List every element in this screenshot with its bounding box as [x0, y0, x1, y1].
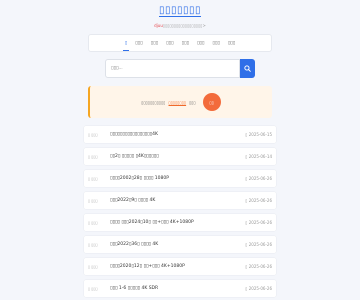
notice-link[interactable]: ▯▯▯▯▯▯▯▯	[169, 100, 187, 105]
search-icon	[244, 65, 251, 72]
notice-suffix: ▯▯▯	[189, 99, 196, 105]
item-title[interactable]: ▯▯2▯ ▯▯▯▯▯ ▯4K▯▯▯▯▯▯	[110, 154, 159, 159]
item-title[interactable]: ▯▯▯2022▯9▯ ▯▯▯▯ 4K	[110, 198, 155, 203]
item-tag: ▯ ▯▯▯	[88, 154, 98, 159]
tab-category-4[interactable]: ▯▯▯	[181, 39, 190, 48]
list-item[interactable]: ▯ ▯▯▯ ▯▯▯2022▯36▯ ▯▯▯▯ 4K ▯ 2025-06-26	[84, 236, 276, 253]
page-subtitle: djuu▯▯▯▯▯▯▯▯▯▯▯▯▯▯▯▯▯▯>	[0, 23, 360, 28]
item-tag: ▯ ▯▯▯	[88, 264, 98, 269]
list-item[interactable]: ▯ ▯▯▯ ▯▯▯▯▯▯▯▯▯▯▯▯▯▯▯▯▯4K ▯ 2025-06-15	[84, 126, 276, 143]
item-date: ▯ 2025-06-26	[245, 264, 272, 269]
notice-banner: ▯▯▯▯▯▯▯▯▯▯▯ ▯▯▯▯▯▯▯▯ ▯▯▯ ▯▯	[88, 86, 272, 118]
list-item[interactable]: ▯ ▯▯▯ ▯▯▯▯2020▯12▯ ▯▯+▯▯▯ 4K+1080P ▯ 202…	[84, 258, 276, 275]
tab-category-6[interactable]: ▯▯▯	[211, 39, 220, 48]
item-date: ▯ 2025-06-15	[245, 132, 272, 137]
item-title[interactable]: ▯▯▯▯ ▯▯▯2024▯10▯ ▯▯+▯▯▯ 4K+1080P	[110, 220, 194, 225]
item-title[interactable]: ▯▯▯▯▯▯▯▯▯▯▯▯▯▯▯▯▯4K	[110, 132, 158, 137]
tab-category-7[interactable]: ▯▯▯	[227, 39, 236, 48]
item-date: ▯ 2025-06-26	[245, 242, 272, 247]
list-item[interactable]: ▯ ▯▯▯ ▯▯▯ 1-6 ▯▯▯▯▯ 4K SDR ▯ 2025-06-26	[84, 280, 276, 297]
item-date: ▯ 2025-06-26	[245, 286, 272, 291]
tab-category-1[interactable]: ▯▯▯	[134, 39, 143, 48]
item-tag: ▯ ▯▯▯	[88, 286, 98, 291]
search-button[interactable]	[240, 59, 255, 78]
item-date: ▯ 2025-06-26	[245, 176, 272, 181]
subtitle-highlight[interactable]: djuu	[154, 23, 163, 28]
list-item[interactable]: ▯ ▯▯▯ ▯▯▯▯2002▯28▯ ▯▯▯▯ 1080P ▯ 2025-06-…	[84, 170, 276, 187]
tab-home[interactable]: ▯	[122, 39, 130, 51]
item-tag: ▯ ▯▯▯	[88, 242, 98, 247]
item-tag: ▯ ▯▯▯	[88, 132, 98, 137]
item-date: ▯ 2025-06-26	[245, 198, 272, 203]
item-title[interactable]: ▯▯▯▯2020▯12▯ ▯▯+▯▯▯ 4K+1080P	[110, 264, 185, 269]
page-title: ▯▯▯▯▯▯▯	[0, 5, 360, 17]
notice-cta-button[interactable]: ▯▯	[202, 93, 221, 111]
search-input[interactable]	[105, 59, 240, 78]
subtitle-text: ▯▯▯▯▯▯▯▯▯▯▯▯▯▯▯▯▯▯>	[162, 23, 206, 28]
notice-text: ▯▯▯▯▯▯▯▯▯▯▯	[141, 99, 166, 105]
item-title[interactable]: ▯▯▯▯2002▯28▯ ▯▯▯▯ 1080P	[110, 176, 169, 181]
tab-category-2[interactable]: ▯▯▯	[150, 39, 159, 48]
item-tag: ▯ ▯▯▯	[88, 220, 98, 225]
page-title-text: ▯▯▯▯▯▯▯	[158, 5, 202, 17]
item-date: ▯ 2025-06-26	[245, 220, 272, 225]
item-tag: ▯ ▯▯▯	[88, 198, 98, 203]
category-nav: ▯ ▯▯▯ ▯▯▯ ▯▯▯ ▯▯▯ ▯▯▯ ▯▯▯ ▯▯▯	[88, 34, 272, 52]
list-item[interactable]: ▯ ▯▯▯ ▯▯▯2022▯9▯ ▯▯▯▯ 4K ▯ 2025-06-26	[84, 192, 276, 209]
item-title[interactable]: ▯▯▯2022▯36▯ ▯▯▯▯ 4K	[110, 242, 158, 247]
item-date: ▯ 2025-06-14	[245, 154, 272, 159]
tab-category-5[interactable]: ▯▯▯	[196, 39, 205, 48]
search-bar	[105, 59, 255, 78]
list-item[interactable]: ▯ ▯▯▯ ▯▯2▯ ▯▯▯▯▯ ▯4K▯▯▯▯▯▯ ▯ 2025-06-14	[84, 148, 276, 165]
tab-category-3[interactable]: ▯▯▯	[165, 39, 174, 48]
item-tag: ▯ ▯▯▯	[88, 176, 98, 181]
list-item[interactable]: ▯ ▯▯▯ ▯▯▯▯ ▯▯▯2024▯10▯ ▯▯+▯▯▯ 4K+1080P ▯…	[84, 214, 276, 231]
item-title[interactable]: ▯▯▯ 1-6 ▯▯▯▯▯ 4K SDR	[110, 286, 158, 291]
